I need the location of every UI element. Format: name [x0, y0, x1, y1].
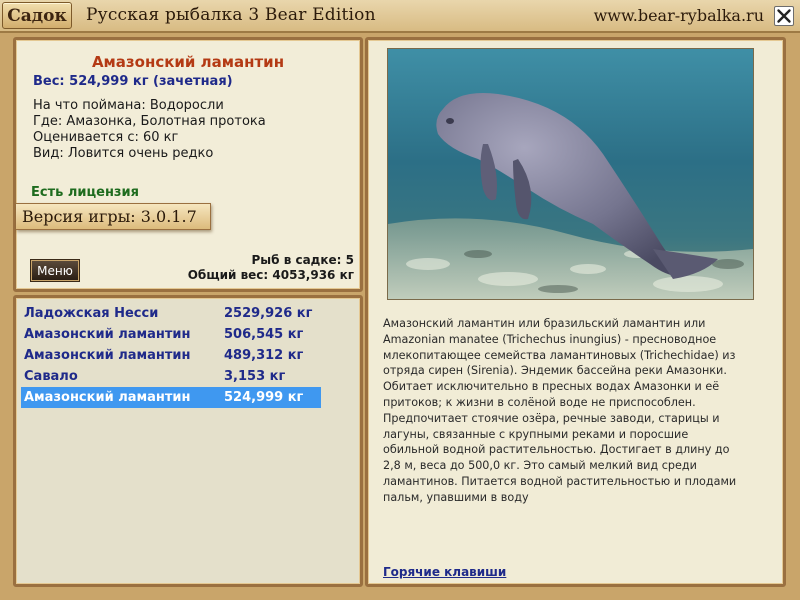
- catch-row-weight: 489,312 кг: [224, 348, 304, 363]
- app-title: Русская рыбалка 3 Bear Edition: [86, 5, 376, 25]
- fish-details: На что поймана: Водоросли Где: Амазонка,…: [33, 98, 266, 162]
- title-bar: Садок Русская рыбалка 3 Bear Edition www…: [0, 0, 800, 33]
- fish-description-panel: Амазонский ламантин или бразильский лама…: [365, 37, 786, 587]
- site-url: www.bear-rybalka.ru: [593, 6, 764, 25]
- fish-count: Рыб в садке: 5: [251, 253, 355, 267]
- catch-list: Ладожская Несси 2529,926 кг Амазонский лам…: [21, 303, 321, 408]
- fish-description: Амазонский ламантин или бразильский лама…: [383, 317, 737, 504]
- catch-row[interactable]: Амазонский ламантин 506,545 кг: [21, 324, 321, 345]
- fish-weight: Вес: 524,999 кг (зачетная): [33, 74, 233, 89]
- close-icon: [777, 9, 791, 23]
- license-status: Есть лицензия: [31, 185, 139, 200]
- detail-bait: На что поймана: Водоросли: [33, 98, 224, 113]
- detail-location: Где: Амазонка, Болотная протока: [33, 114, 266, 129]
- catch-row[interactable]: Ладожская Несси 2529,926 кг: [21, 303, 321, 324]
- close-button[interactable]: [774, 6, 794, 26]
- catch-row-weight: 506,545 кг: [224, 327, 304, 342]
- menu-button[interactable]: Меню: [30, 259, 80, 282]
- catch-row-weight: 2529,926 кг: [224, 306, 313, 321]
- catch-row[interactable]: Савало 3,153 кг: [21, 366, 321, 387]
- catch-row[interactable]: Амазонский ламантин 524,999 кг: [21, 387, 321, 408]
- catch-row-name: Амазонский ламантин: [24, 390, 191, 405]
- total-weight: Общий вес: 4053,936 кг: [187, 268, 354, 282]
- catch-row[interactable]: Амазонский ламантин 489,312 кг: [21, 345, 321, 366]
- hotkeys-link[interactable]: Горячие клавиши: [383, 565, 506, 579]
- fish-photo: [387, 48, 754, 300]
- detail-min-weight: Оценивается с: 60 кг: [33, 130, 179, 145]
- catch-row-name: Амазонский ламантин: [24, 327, 191, 342]
- detail-rarity: Вид: Ловится очень редко: [33, 146, 214, 161]
- catch-list-panel: Ладожская Несси 2529,926 кг Амазонский лам…: [13, 295, 363, 587]
- keepnet-stats: Рыб в садке: 5 Общий вес: 4053,936 кг: [188, 253, 354, 283]
- catch-row-name: Ладожская Несси: [24, 306, 159, 321]
- fish-info-panel: Амазонский ламантин Вес: 524,999 кг (зач…: [13, 37, 363, 292]
- keepnet-button[interactable]: Садок: [2, 2, 72, 29]
- fish-title: Амазонский ламантин: [91, 53, 285, 71]
- catch-row-weight: 524,999 кг: [224, 390, 304, 405]
- catch-row-weight: 3,153 кг: [224, 369, 286, 384]
- catch-row-name: Савало: [24, 369, 78, 384]
- catch-row-name: Амазонский ламантин: [24, 348, 191, 363]
- version-badge: Версия игры: 3.0.1.7: [16, 203, 211, 230]
